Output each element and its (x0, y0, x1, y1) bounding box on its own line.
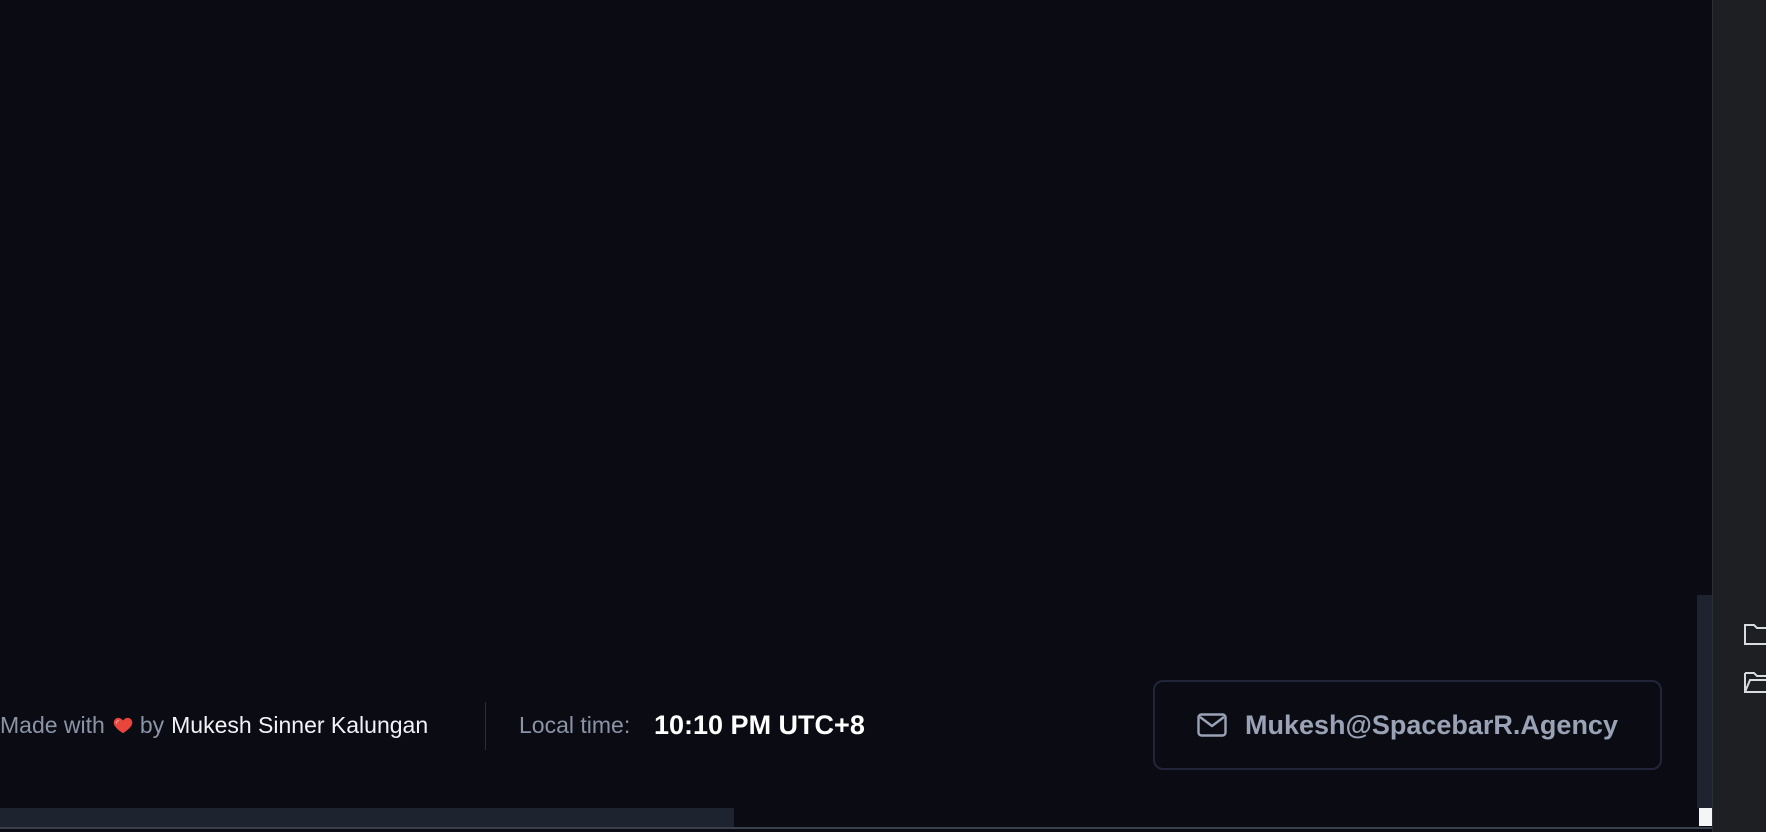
author-name: Mukesh Sinner Kalungan (171, 711, 429, 738)
credit-line: Made with by Mukesh Sinner Kalungan (0, 708, 428, 742)
horizontal-scrollbar-thumb[interactable] (0, 808, 734, 828)
heart-icon (112, 714, 134, 736)
folder-open-icon[interactable] (1743, 670, 1766, 694)
local-time-label: Local time: (519, 712, 631, 738)
scrollbar-corner (1699, 808, 1712, 826)
vertical-scrollbar-thumb[interactable] (1697, 595, 1712, 808)
footer-divider (485, 702, 486, 750)
folder-icon[interactable] (1743, 622, 1766, 646)
bottom-border (0, 827, 1712, 829)
by-text: by (139, 711, 165, 738)
local-time-value: 10:10 PM UTC+8 (654, 710, 865, 740)
email-button[interactable]: Mukesh@SpacebarR.Agency (1153, 680, 1662, 770)
main-viewport: Made with by Mukesh Sinner Kalungan Loca… (0, 0, 1712, 832)
page: Made with by Mukesh Sinner Kalungan Loca… (0, 0, 1766, 832)
made-with-text: Made with (0, 711, 105, 738)
email-address: Mukesh@SpacebarR.Agency (1245, 709, 1618, 740)
file-explorer-panel (1712, 0, 1766, 832)
footer: Made with by Mukesh Sinner Kalungan Loca… (0, 680, 1712, 770)
mail-icon (1197, 713, 1227, 737)
